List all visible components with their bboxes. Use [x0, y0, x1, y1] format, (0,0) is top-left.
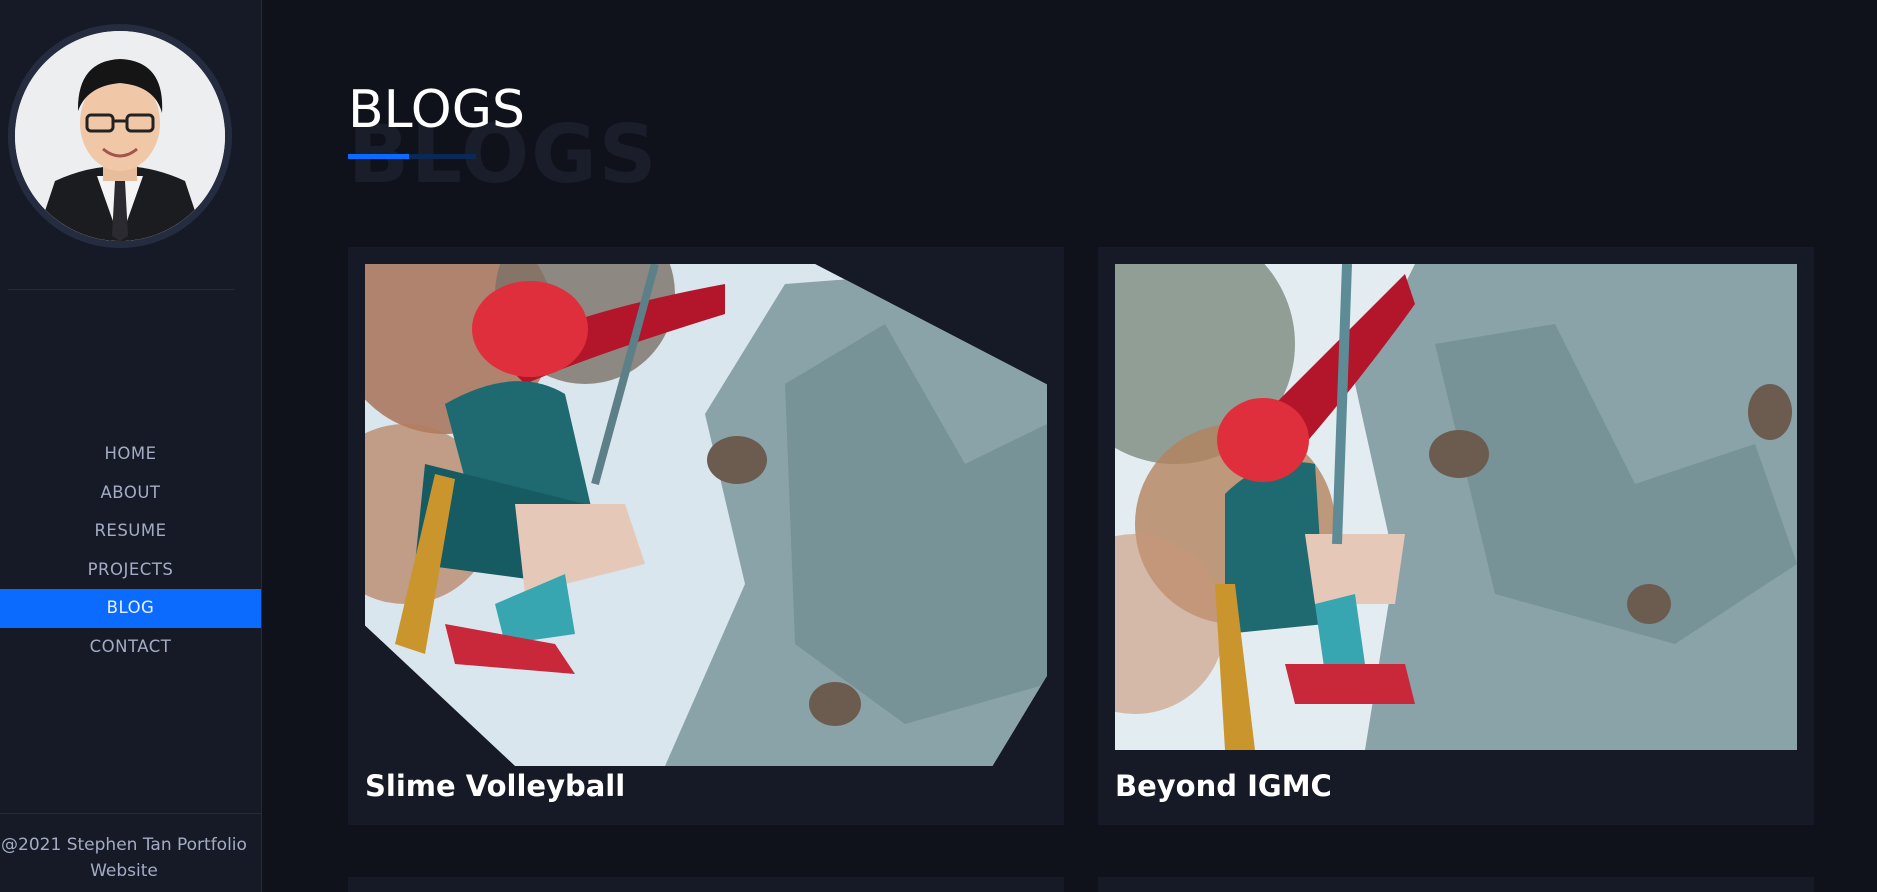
- copyright-text: @2021 Stephen Tan Portfolio Website: [1, 835, 247, 881]
- sidebar: HOME ABOUT RESUME PROJECTS BLOG CONTACT …: [0, 0, 262, 892]
- page-title: BLOGS: [348, 80, 526, 140]
- blog-card[interactable]: [348, 877, 1064, 892]
- blog-title[interactable]: Slime Volleyball: [365, 769, 625, 803]
- nav-item-about[interactable]: ABOUT: [0, 474, 261, 513]
- blog-card[interactable]: [1098, 877, 1814, 892]
- blog-card[interactable]: Beyond IGMC: [1098, 247, 1814, 825]
- blog-thumbnail[interactable]: [365, 264, 1047, 766]
- blog-thumbnail[interactable]: [1115, 264, 1797, 750]
- climbing-photo: [365, 264, 1047, 766]
- avatar: [8, 24, 232, 248]
- profile-photo: [15, 31, 225, 241]
- climbing-photo: [1115, 264, 1797, 750]
- footer-divider: [0, 813, 261, 814]
- sidebar-nav: HOME ABOUT RESUME PROJECTS BLOG CONTACT: [0, 435, 261, 667]
- blog-card[interactable]: Slime Volleyball: [348, 247, 1064, 825]
- nav-item-projects[interactable]: PROJECTS: [0, 551, 261, 590]
- nav-item-contact[interactable]: CONTACT: [0, 628, 261, 667]
- blog-title[interactable]: Beyond IGMC: [1115, 769, 1332, 803]
- sidebar-divider: [8, 289, 234, 290]
- title-underline-accent: [348, 154, 409, 159]
- nav-item-blog[interactable]: BLOG: [0, 589, 261, 628]
- nav-item-home[interactable]: HOME: [0, 435, 261, 474]
- nav-item-resume[interactable]: RESUME: [0, 512, 261, 551]
